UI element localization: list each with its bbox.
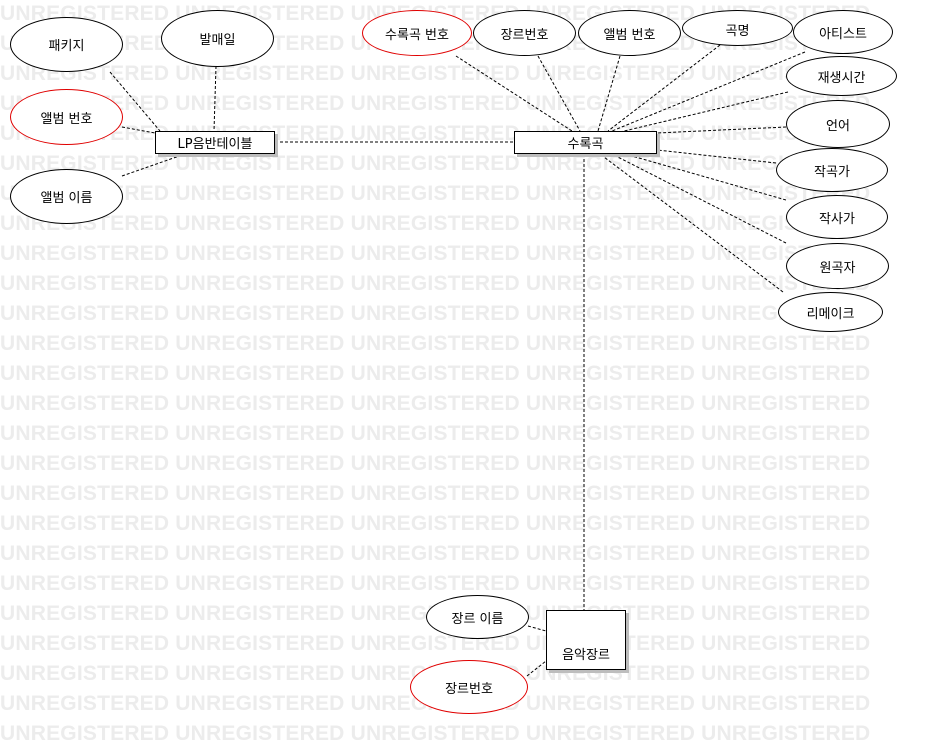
connector-track-albumno bbox=[597, 55, 621, 132]
attr-artist[interactable]: 아티스트 bbox=[793, 10, 893, 54]
connector-lp-release bbox=[213, 65, 217, 132]
connector-track-remake bbox=[599, 153, 784, 293]
attr-lp-album-no[interactable]: 앨범 번호 bbox=[10, 89, 123, 145]
attr-track-no[interactable]: 수록곡 번호 bbox=[362, 10, 472, 56]
entity-lp-table[interactable]: LP음반테이블 bbox=[155, 131, 275, 154]
connector-track-lyricist bbox=[624, 153, 787, 201]
connector-genre-name bbox=[527, 625, 547, 632]
entity-music-genre[interactable]: 음악장르 bbox=[546, 610, 626, 670]
attr-track-genre-no[interactable]: 장르번호 bbox=[473, 10, 576, 56]
connector-track-playtime bbox=[619, 91, 789, 133]
attr-track-album-no[interactable]: 앨범 번호 bbox=[578, 10, 681, 56]
attr-play-time[interactable]: 재생시간 bbox=[786, 56, 897, 96]
connector-track-genreno bbox=[537, 55, 581, 132]
connector-lp-albumno bbox=[121, 126, 156, 134]
connector-track-language bbox=[656, 126, 787, 134]
attr-package[interactable]: 패키지 bbox=[10, 17, 123, 72]
connector-track-original bbox=[611, 153, 787, 244]
connector-genre-no bbox=[526, 660, 547, 677]
connector-track-composer bbox=[656, 149, 777, 164]
attr-lyricist[interactable]: 작사가 bbox=[786, 195, 888, 239]
connector-lp-albumname bbox=[121, 153, 186, 177]
attr-language[interactable]: 언어 bbox=[786, 100, 890, 148]
connector-track-trackno bbox=[455, 55, 573, 132]
attr-album-name[interactable]: 앨범 이름 bbox=[10, 169, 123, 224]
attr-title[interactable]: 곡명 bbox=[682, 10, 793, 46]
connector-track-title bbox=[607, 44, 721, 132]
attr-genre-no[interactable]: 장르번호 bbox=[410, 660, 528, 714]
attr-release-date[interactable]: 발매일 bbox=[161, 10, 274, 67]
attr-composer[interactable]: 작곡가 bbox=[776, 148, 888, 192]
attr-remake[interactable]: 리메이크 bbox=[778, 292, 883, 332]
attr-original-composer[interactable]: 원곡자 bbox=[786, 243, 889, 289]
entity-track[interactable]: 수록곡 bbox=[514, 131, 657, 154]
attr-genre-name[interactable]: 장르 이름 bbox=[426, 595, 529, 639]
connector-track-artist bbox=[611, 51, 806, 132]
entity-music-genre-label: 음악장르 bbox=[562, 648, 610, 663]
